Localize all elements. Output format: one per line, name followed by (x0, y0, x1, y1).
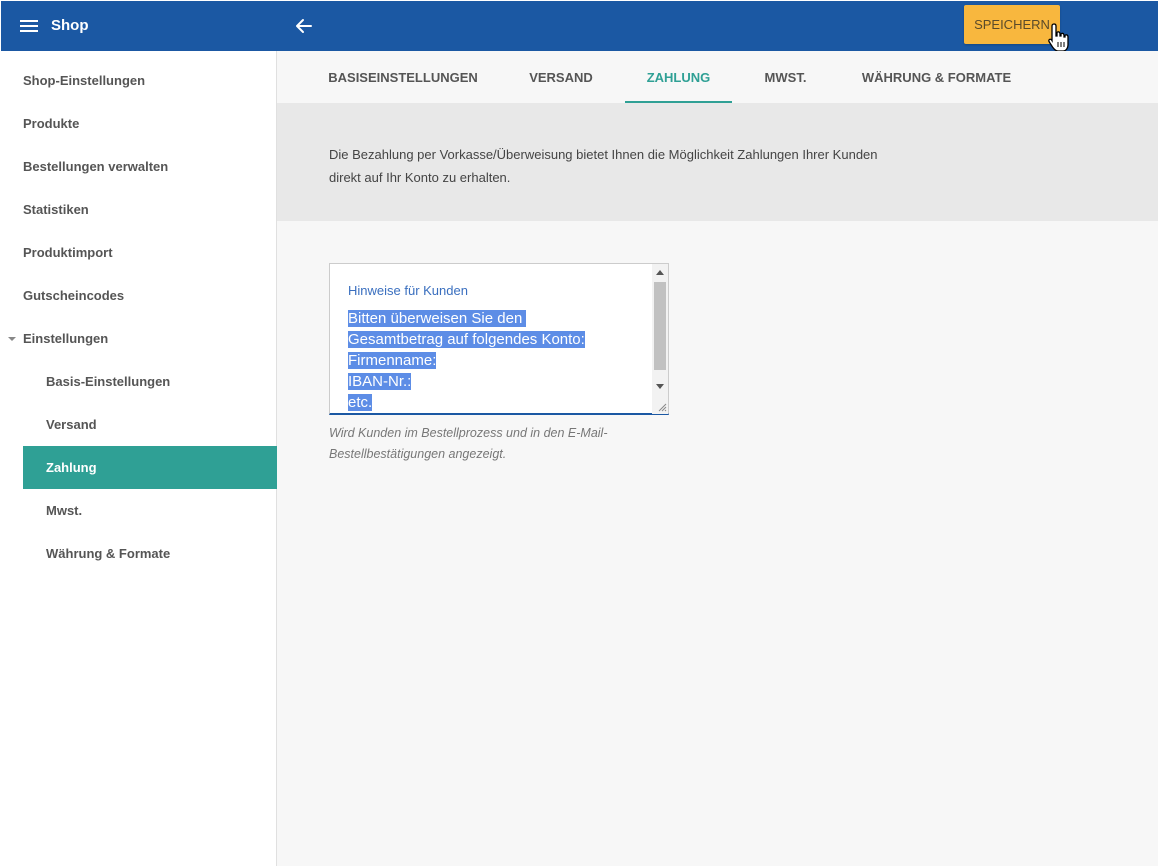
sidebar-item-shop-einstellungen[interactable]: Shop-Einstellungen (1, 59, 277, 102)
scroll-up-icon[interactable] (656, 270, 664, 275)
app-title: Shop (51, 17, 89, 34)
sidebar: Shop-Einstellungen Produkte Bestellungen… (1, 51, 277, 866)
sidebar-subitem-versand[interactable]: Versand (23, 403, 277, 446)
hint-line: Bestellbestätigungen angezeigt. (329, 447, 507, 461)
textarea-value[interactable]: Bitten überweisen Sie den Gesamtbetrag a… (348, 308, 623, 413)
sidebar-item-statistiken[interactable]: Statistiken (1, 188, 277, 231)
tab-versand[interactable]: VERSAND (523, 51, 599, 103)
tab-zahlung[interactable]: ZAHLUNG (625, 51, 732, 103)
text-line: Gesamtbetrag auf folgendes Konto: (348, 331, 585, 348)
sidebar-item-einstellungen[interactable]: Einstellungen (1, 317, 277, 360)
main-content: BASISEINSTELLUNGEN VERSAND ZAHLUNG MWST.… (277, 51, 1158, 866)
hand-cursor-icon (1048, 23, 1069, 52)
text-line: IBAN-Nr.: (348, 373, 412, 390)
sidebar-subitem-zahlung[interactable]: Zahlung (23, 446, 277, 489)
tab-bar: BASISEINSTELLUNGEN VERSAND ZAHLUNG MWST.… (277, 51, 1158, 103)
menu-icon[interactable] (20, 18, 40, 34)
save-button[interactable]: SPEICHERN (964, 5, 1060, 44)
sidebar-item-produkte[interactable]: Produkte (1, 102, 277, 145)
textarea-scrollbar[interactable] (652, 264, 668, 414)
sidebar-item-produktimport[interactable]: Produktimport (1, 231, 277, 274)
text-line: etc. (348, 394, 373, 411)
tab-waehrung-formate[interactable]: WÄHRUNG & FORMATE (856, 51, 1017, 103)
text-line: Firmenname: (348, 352, 437, 369)
info-box: Die Bezahlung per Vorkasse/Überweisung b… (277, 103, 1158, 221)
sidebar-subitem-mwst[interactable]: Mwst. (23, 489, 277, 532)
resize-handle-icon[interactable] (657, 402, 667, 412)
field-hint: Wird Kunden im Bestellprozess und in den… (329, 423, 659, 465)
customer-notes-textarea[interactable]: Hinweise für Kunden Bitten überweisen Si… (329, 263, 669, 415)
scroll-down-icon[interactable] (656, 384, 664, 389)
field-label: Hinweise für Kunden (348, 283, 468, 298)
sidebar-subitem-waehrung-formate[interactable]: Währung & Formate (23, 532, 277, 575)
sidebar-item-gutscheincodes[interactable]: Gutscheincodes (1, 274, 277, 317)
tab-mwst[interactable]: MWST. (758, 51, 813, 103)
sidebar-subitem-basis-einstellungen[interactable]: Basis-Einstellungen (23, 360, 277, 403)
info-line: direkt auf Ihr Konto zu erhalten. (329, 170, 511, 185)
scroll-thumb[interactable] (654, 282, 666, 370)
arrow-back-icon[interactable] (293, 15, 315, 37)
info-text: Die Bezahlung per Vorkasse/Überweisung b… (329, 143, 929, 189)
sidebar-item-bestellungen[interactable]: Bestellungen verwalten (1, 145, 277, 188)
text-line: Bitten überweisen Sie den (348, 310, 527, 327)
info-line: Die Bezahlung per Vorkasse/Überweisung b… (329, 147, 878, 162)
tab-basiseinstellungen[interactable]: BASISEINSTELLUNGEN (328, 51, 478, 103)
hint-line: Wird Kunden im Bestellprozess und in den… (329, 426, 608, 440)
